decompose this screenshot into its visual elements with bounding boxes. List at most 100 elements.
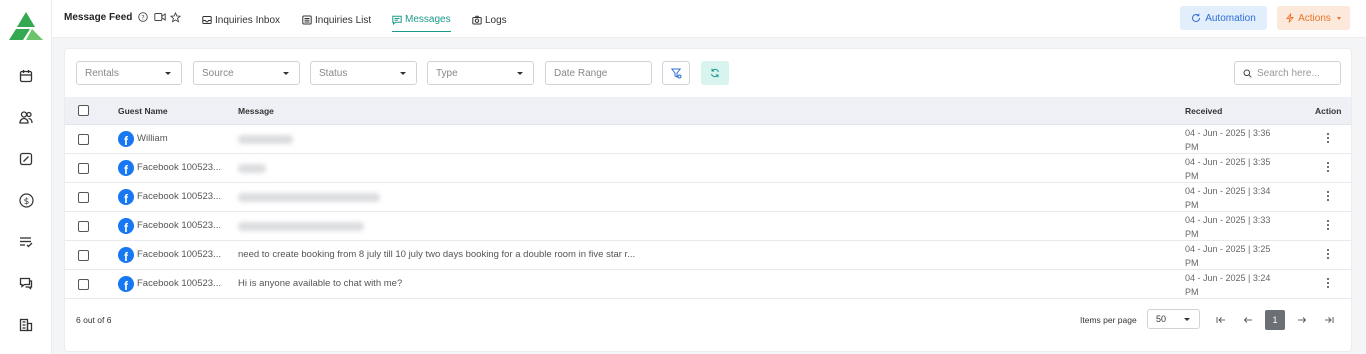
inbox-icon [202,16,212,24]
actions-button[interactable]: Actions [1277,6,1350,30]
tab-messages[interactable]: Messages [392,12,451,32]
refresh-button[interactable] [701,61,729,85]
tab-label: Logs [485,14,507,26]
tab-logs[interactable]: Logs [472,12,507,28]
table-row[interactable]: f Facebook 100523... 04 - Jun - 2025 | 3… [65,154,1351,183]
row-checkbox[interactable] [78,279,89,290]
chat-icon[interactable] [16,273,36,293]
more-options-icon[interactable] [1326,249,1330,259]
received-time: 04 - Jun - 2025 | 3:36 PM [1185,127,1285,154]
row-checkbox[interactable] [78,163,89,174]
building-icon[interactable] [16,315,36,335]
items-per-page-select[interactable]: 50 [1147,309,1200,329]
received-date: 04 - Jun - 2025 | 3:35 [1185,157,1271,167]
table-header: Guest Name Message Received Action [65,97,1351,125]
tab-inquiries-inbox[interactable]: Inquiries Inbox [202,12,280,28]
result-count: 6 out of 6 [76,315,112,325]
actions-label: Actions [1298,12,1331,24]
more-options-icon[interactable] [1326,133,1330,143]
table-row[interactable]: f Facebook 100523... need to create book… [65,241,1351,270]
tab-inquiries-list[interactable]: Inquiries List [302,12,371,28]
table-row[interactable]: f William 04 - Jun - 2025 | 3:36 PM [65,125,1351,154]
chevron-down-icon [283,72,289,75]
calendar-icon[interactable] [16,66,36,86]
star-icon[interactable] [170,12,181,23]
received-time: 04 - Jun - 2025 | 3:24 PM [1185,272,1285,299]
last-page-icon[interactable] [1319,310,1339,330]
items-per-page-label: Items per page [1080,315,1137,325]
dollar-icon[interactable]: $ [16,190,36,210]
message-header: Message [238,106,274,116]
svg-text:?: ? [141,14,144,22]
status-select-label: Status [319,67,348,79]
chevron-down-icon [400,72,406,75]
chevron-down-icon [1184,318,1190,321]
rentals-select-label: Rentals [85,67,119,79]
received-time: 04 - Jun - 2025 | 3:33 PM [1185,214,1285,241]
row-checkbox[interactable] [78,221,89,232]
action-header: Action [1315,106,1342,116]
received-date: 04 - Jun - 2025 | 3:25 [1185,244,1271,254]
automation-button[interactable]: Automation [1180,6,1267,30]
automation-label: Automation [1205,12,1256,24]
select-all-checkbox[interactable] [78,105,89,116]
filter-icon [670,68,681,78]
message-blurred [238,193,380,202]
facebook-icon: f [118,160,134,176]
refresh-icon [711,68,719,78]
status-select[interactable]: Status [310,61,417,85]
first-page-icon[interactable] [1211,310,1231,330]
tab-label: Inquiries List [315,14,372,26]
received-date: 04 - Jun - 2025 | 3:33 [1185,215,1271,225]
more-options-icon[interactable] [1326,162,1330,172]
message-icon [392,15,402,25]
next-page-icon[interactable] [1292,310,1312,330]
refresh-icon [1192,13,1201,23]
tab-label: Messages [405,14,451,25]
chevron-down-icon [517,72,523,75]
video-icon[interactable] [154,12,166,22]
received-time: 04 - Jun - 2025 | 3:25 PM [1185,243,1285,270]
search-placeholder: Search here... [1257,67,1320,79]
table-row[interactable]: f Facebook 100523... Hi is anyone availa… [65,270,1351,299]
received-period: PM [1185,228,1199,239]
sidebar: $ [0,0,52,354]
more-options-icon[interactable] [1326,191,1330,201]
current-page-button[interactable]: 1 [1265,310,1285,330]
date-range-placeholder: Date Range [554,67,608,79]
received-period: PM [1185,199,1199,210]
chevron-down-icon [1336,16,1341,20]
guest-name: Facebook 100523... [137,249,221,260]
message-blurred [238,135,293,144]
type-select-label: Type [436,67,458,79]
svg-text:$: $ [23,196,29,206]
row-checkbox[interactable] [78,250,89,261]
date-range-input[interactable]: Date Range [545,61,652,85]
table-row[interactable]: f Facebook 100523... 04 - Jun - 2025 | 3… [65,183,1351,212]
brand-logo[interactable] [8,10,44,42]
users-icon[interactable] [16,107,36,127]
received-date: 04 - Jun - 2025 | 3:36 [1185,128,1271,138]
more-options-icon[interactable] [1326,220,1330,230]
previous-page-icon[interactable] [1238,310,1258,330]
bolt-icon [1286,13,1295,23]
received-period: PM [1185,286,1199,297]
row-checkbox[interactable] [78,134,89,145]
facebook-icon: f [118,247,134,263]
more-options-icon[interactable] [1326,278,1330,288]
type-select[interactable]: Type [427,61,534,85]
message-blurred [238,222,364,231]
source-select[interactable]: Source [193,61,300,85]
search-input[interactable]: Search here... [1234,61,1341,85]
table-row[interactable]: f Facebook 100523... 04 - Jun - 2025 | 3… [65,212,1351,241]
edit-icon[interactable] [16,149,36,169]
checklist-icon[interactable] [16,232,36,252]
received-time: 04 - Jun - 2025 | 3:35 PM [1185,156,1285,183]
filter-button[interactable] [662,61,690,85]
facebook-icon: f [118,189,134,205]
help-icon[interactable]: ? [138,12,148,22]
facebook-icon: f [118,218,134,234]
guest-name: William [137,133,168,144]
rentals-select[interactable]: Rentals [76,61,182,85]
row-checkbox[interactable] [78,192,89,203]
